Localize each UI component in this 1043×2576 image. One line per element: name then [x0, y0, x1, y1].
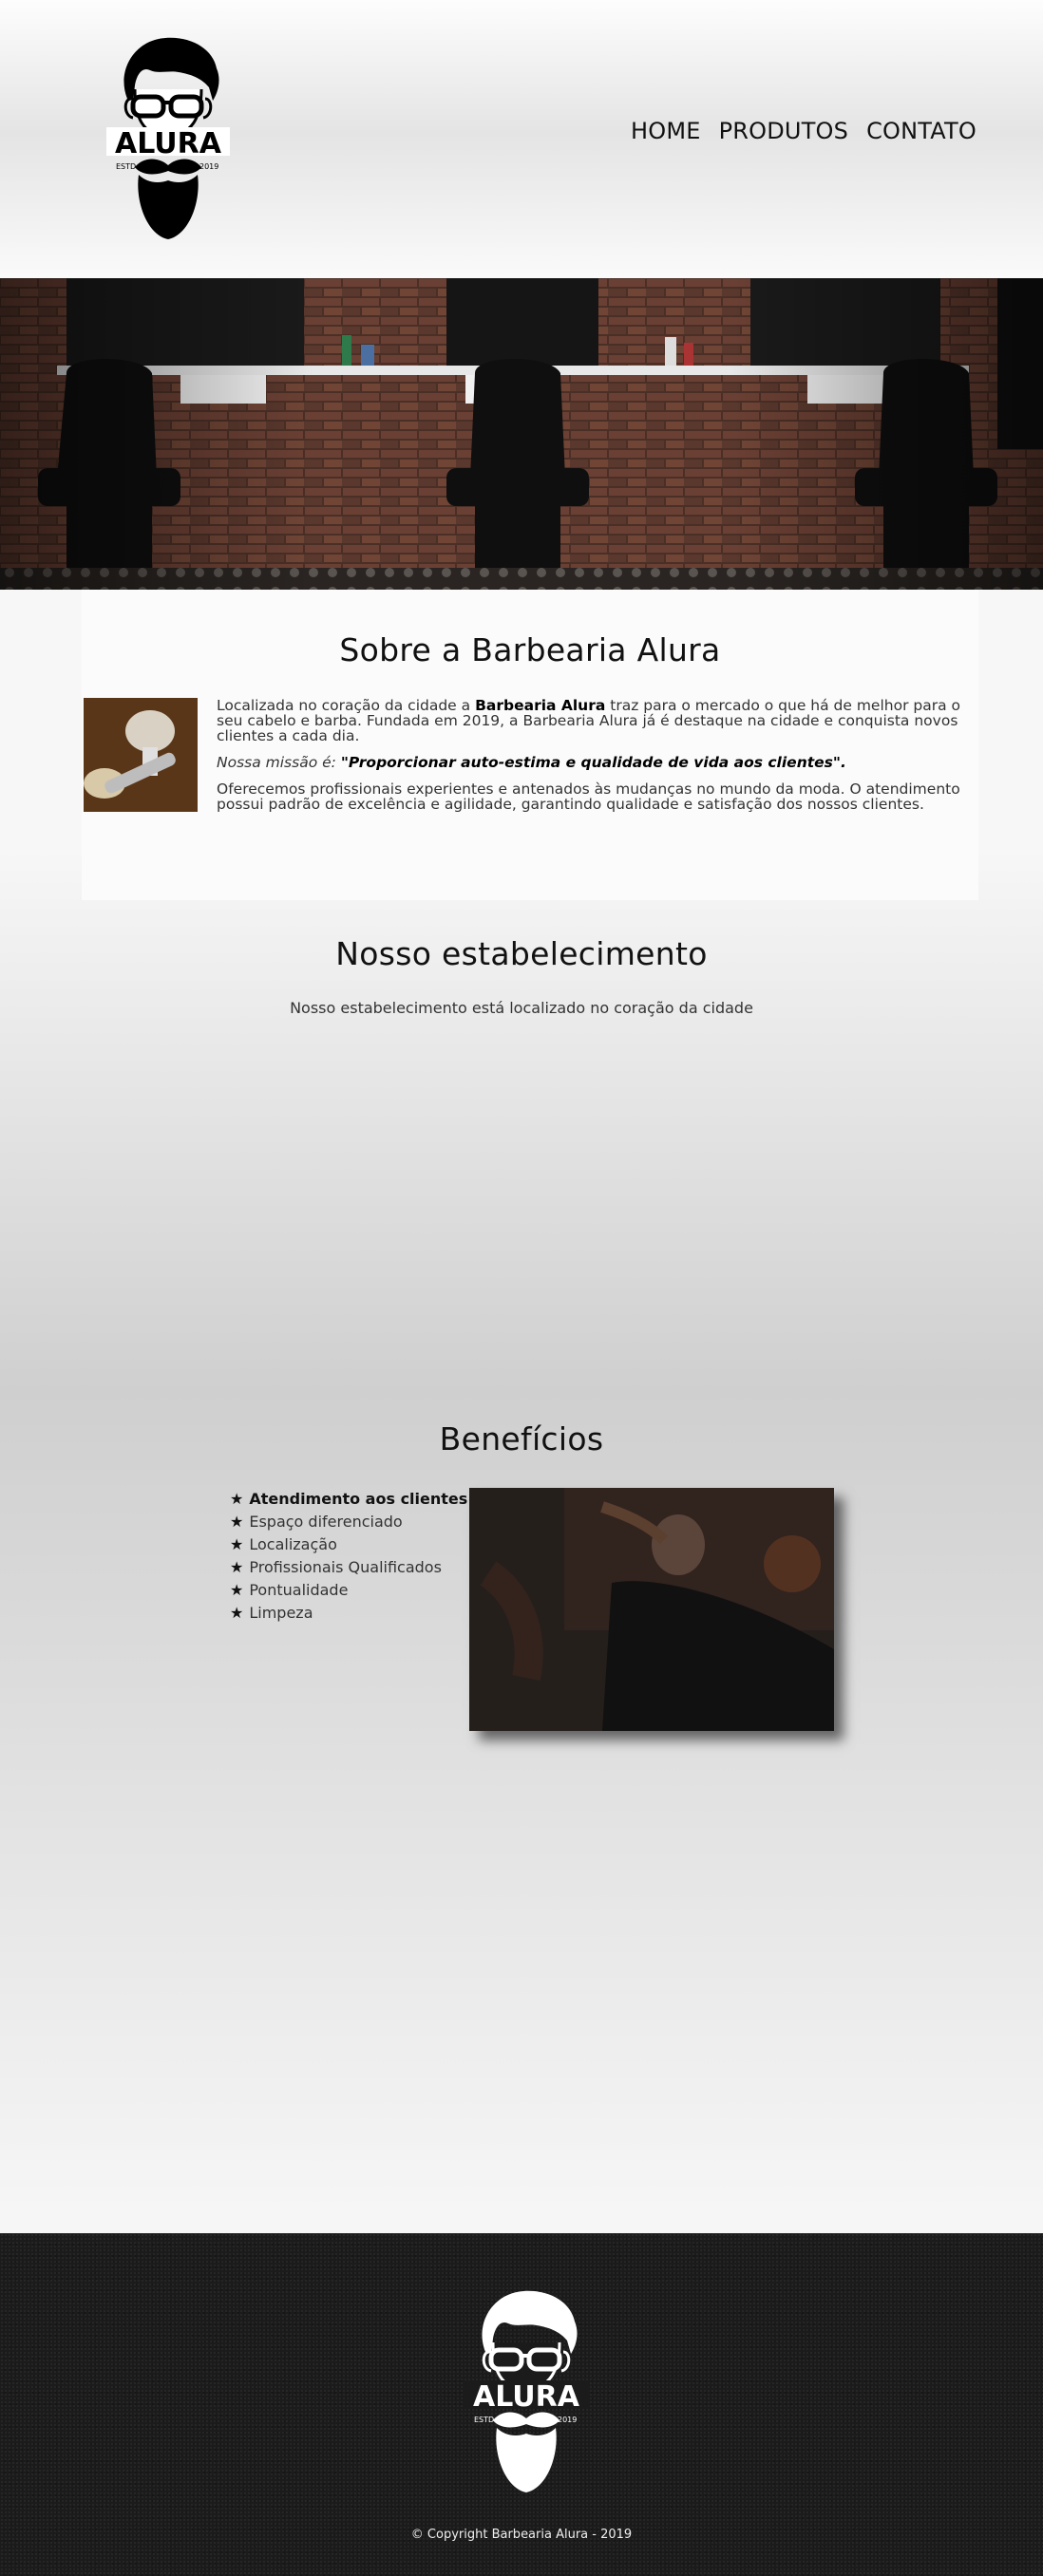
- star-icon: ★: [230, 1513, 244, 1531]
- nav-home[interactable]: HOME: [631, 118, 701, 144]
- star-icon: ★: [230, 1604, 244, 1622]
- list-item: ★ Limpeza: [230, 1604, 313, 1622]
- list-item: ★ Localização: [230, 1535, 337, 1553]
- benefits-list: ★ Atendimento aos clientes ★ Espaço difere…: [230, 1488, 467, 1625]
- about-paragraph-3: Oferecemos profissionais experientes e a…: [217, 780, 960, 813]
- site-footer: ALURA ESTD 2019 © Copyright Barbearia Al…: [0, 2233, 1043, 2576]
- about-paragraph-1: Localizada no coração da cidade a Barbea…: [217, 697, 961, 744]
- establishment-title: Nosso estabelecimento: [335, 935, 708, 972]
- nav-produtos[interactable]: PRODUTOS: [719, 118, 848, 144]
- star-icon: ★: [230, 1490, 244, 1508]
- star-icon: ★: [230, 1535, 244, 1553]
- nav-contato[interactable]: CONTATO: [866, 118, 977, 144]
- about-text: Localizada no coração da cidade a Barbea…: [217, 698, 967, 823]
- list-item: ★ Atendimento aos clientes: [230, 1490, 468, 1508]
- hero-banner-image: [0, 278, 1043, 590]
- footer-logo-text: ALURA: [473, 2380, 580, 2414]
- logo-text: ALURA: [115, 127, 222, 160]
- establishment-subtitle: Nosso estabelecimento está localizado no…: [290, 999, 753, 1017]
- list-item: ★ Pontualidade: [230, 1581, 349, 1599]
- logo-year: 2019: [199, 162, 218, 171]
- list-item: ★ Espaço diferenciado: [230, 1513, 403, 1531]
- alura-footer-logo[interactable]: ALURA ESTD 2019: [465, 2285, 588, 2494]
- alura-logo[interactable]: ALURA ESTD 2019: [106, 32, 230, 241]
- copyright-text: © Copyright Barbearia Alura - 2019: [410, 2528, 633, 2542]
- star-icon: ★: [230, 1581, 244, 1599]
- main-nav: HOME PRODUTOS CONTATO: [631, 118, 977, 144]
- mission-statement: Nossa missão é: "Proporcionar auto-estim…: [217, 754, 846, 771]
- footer-logo-year: 2019: [558, 2416, 577, 2424]
- about-title: Sobre a Barbearia Alura: [339, 631, 721, 668]
- star-icon: ★: [230, 1558, 244, 1576]
- about-section: Sobre a Barbearia Alura Localizada no co…: [82, 590, 978, 900]
- barbershop-photo: [0, 278, 1043, 590]
- shaving-brush-image: [84, 698, 198, 812]
- site-header: ALURA ESTD 2019 HOME PRODUTOS CONTATO: [0, 0, 1043, 278]
- benefits-title: Benefícios: [439, 1420, 604, 1457]
- footer-logo-estd: ESTD: [474, 2416, 494, 2424]
- list-item: ★ Profissionais Qualificados: [230, 1558, 442, 1576]
- barber-shaving-image: [469, 1488, 834, 1731]
- logo-estd: ESTD: [116, 162, 136, 171]
